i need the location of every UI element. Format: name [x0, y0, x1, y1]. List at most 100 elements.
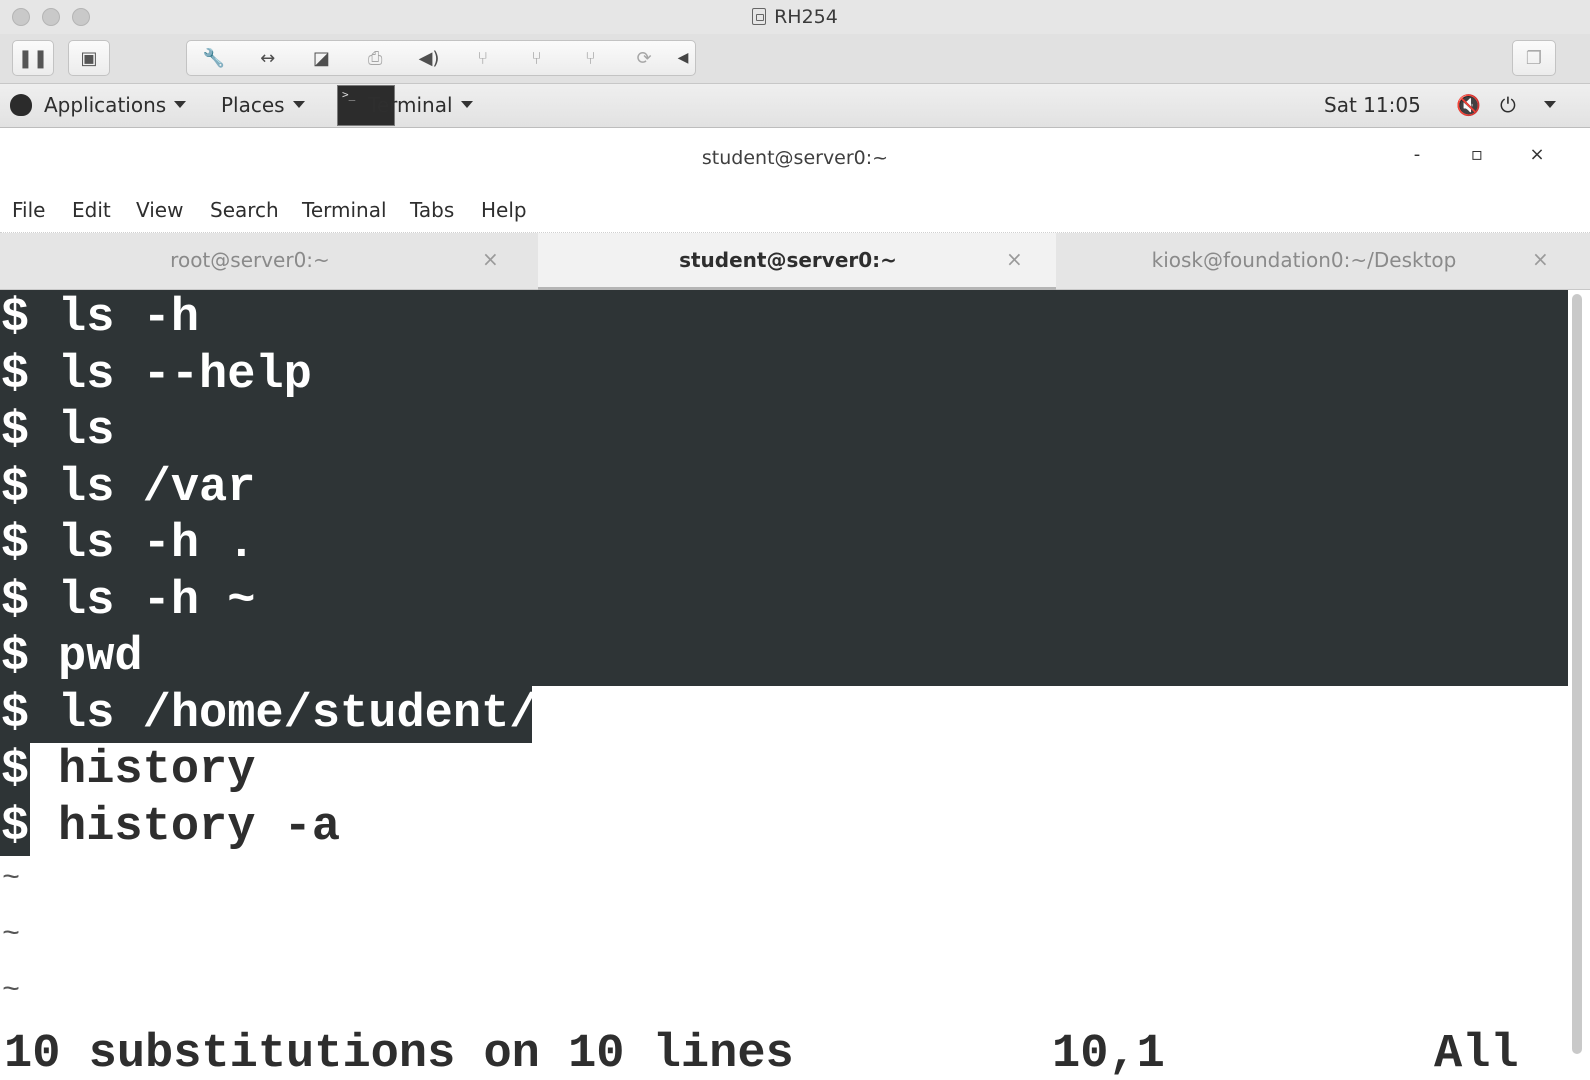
- device-toolbar-group: 🔧 ↔ ◪ ⎙ ◀) ⑂ ⑂ ⑂ ⟳ ◀: [186, 40, 696, 76]
- command-text: history: [58, 744, 256, 797]
- applications-label: Applications: [44, 93, 167, 117]
- vm-title: RH254: [0, 6, 1590, 28]
- terminal-line: $ ls --help: [0, 347, 312, 404]
- vm-title-text: RH254: [774, 6, 838, 28]
- terminal-line: $ ls -h: [0, 290, 199, 347]
- tab-bar: root@server0:~ × student@server0:~ × kio…: [0, 233, 1590, 290]
- command-text: ls -h .: [58, 518, 256, 571]
- window-icon: ❐: [1525, 47, 1543, 69]
- snapshot-button[interactable]: ▣: [68, 40, 110, 76]
- usb-icon[interactable]: ⑂: [563, 48, 617, 69]
- chevron-down-icon: [460, 101, 473, 108]
- prompt: $: [0, 462, 30, 515]
- scrollbar[interactable]: [1572, 294, 1582, 1054]
- terminal-line: $ history: [0, 742, 255, 799]
- prompt: $: [0, 742, 30, 799]
- menu-terminal[interactable]: Terminal: [302, 198, 387, 222]
- vim-status-line: 10 substitutions on 10 lines 10,1 All: [0, 1026, 1590, 1080]
- pause-button[interactable]: ❚❚: [12, 40, 54, 76]
- menu-help[interactable]: Help: [481, 198, 527, 222]
- applications-menu[interactable]: Applications: [44, 93, 187, 117]
- terminal-line: $ ls /home/student/: [0, 686, 538, 743]
- prompt: $: [0, 518, 30, 571]
- tab-student[interactable]: student@server0:~ ×: [538, 233, 1056, 290]
- chevron-down-icon: [292, 101, 305, 108]
- prompt: $: [0, 631, 30, 684]
- tab-label: kiosk@foundation0:~/Desktop: [1151, 248, 1457, 272]
- terminal-app-label: Terminal: [368, 93, 453, 117]
- usb-icon[interactable]: ⑂: [510, 48, 564, 69]
- menu-view[interactable]: View: [136, 198, 183, 222]
- tab-root[interactable]: root@server0:~ ×: [0, 233, 518, 290]
- prompt: $: [0, 349, 30, 402]
- gnome-foot-icon: [10, 94, 32, 116]
- vm-titlebar: RH254: [0, 0, 1590, 34]
- tab-label: root@server0:~: [170, 248, 330, 272]
- menu-tabs[interactable]: Tabs: [410, 198, 454, 222]
- terminal-line: $ ls: [0, 403, 115, 460]
- command-text: history -a: [58, 801, 341, 854]
- pause-icon: ❚❚: [17, 47, 49, 69]
- cursor-position: 10,1: [1052, 1028, 1165, 1080]
- gnome-top-panel: Applications Places Terminal Sat 11:05 🔇…: [0, 84, 1590, 128]
- command-text: ls /var: [58, 462, 256, 515]
- terminal-app-menu[interactable]: Terminal: [368, 93, 473, 117]
- tab-kiosk[interactable]: kiosk@foundation0:~/Desktop ×: [1054, 233, 1572, 290]
- terminal-titlebar: student@server0:~ - ▫ ×: [0, 128, 1590, 188]
- terminal-line: $ ls /var: [0, 460, 256, 517]
- chevron-down-icon: [174, 101, 187, 108]
- menu-file[interactable]: File: [12, 198, 45, 222]
- empty-line-marker: ~: [2, 862, 21, 896]
- system-menu-button[interactable]: [1536, 93, 1556, 117]
- command-text: ls: [58, 405, 115, 458]
- menu-bar: File Edit View Search Terminal Tabs Help: [0, 188, 1590, 233]
- printer-icon[interactable]: ⎙: [348, 48, 402, 69]
- window-title: student@server0:~: [701, 147, 889, 169]
- clock[interactable]: Sat 11:05: [1324, 93, 1421, 117]
- usb-icon[interactable]: ⑂: [456, 48, 510, 69]
- menu-edit[interactable]: Edit: [72, 198, 111, 222]
- command-text: pwd: [58, 631, 143, 684]
- refresh-icon[interactable]: ⟳: [617, 48, 671, 69]
- prompt: $: [0, 799, 30, 856]
- command-text: ls --help: [58, 349, 312, 402]
- vm-toolbar: ❚❚ ▣ 🔧 ↔ ◪ ⎙ ◀) ⑂ ⑂ ⑂ ⟳ ◀ ❐: [0, 34, 1590, 84]
- places-menu[interactable]: Places: [221, 93, 305, 117]
- volume-muted-icon[interactable]: 🔇: [1456, 93, 1481, 117]
- clock-label: Sat 11:05: [1324, 93, 1421, 117]
- network-icon[interactable]: ↔: [241, 48, 295, 69]
- close-icon[interactable]: ×: [1532, 247, 1549, 271]
- places-label: Places: [221, 93, 285, 117]
- prompt: $: [0, 292, 30, 345]
- prompt: $: [0, 405, 30, 458]
- terminal-line: $ ls -h ~: [0, 573, 256, 630]
- prompt: $: [0, 688, 30, 741]
- minimize-button[interactable]: -: [1402, 144, 1432, 165]
- power-icon[interactable]: ⏻: [1500, 93, 1516, 117]
- window-mode-button[interactable]: ❐: [1512, 40, 1556, 76]
- snapshot-icon: ▣: [80, 47, 98, 69]
- disk-icon[interactable]: ◪: [295, 48, 349, 69]
- chevron-down-icon: [1544, 101, 1556, 108]
- menu-search[interactable]: Search: [210, 198, 279, 222]
- maximize-button[interactable]: ▫: [1462, 144, 1492, 165]
- collapse-arrow-icon[interactable]: ◀: [671, 50, 695, 66]
- terminal-content[interactable]: $ ls -h $ ls --help $ ls $ ls /var $ ls -h . …: [0, 290, 1590, 1080]
- wrench-icon[interactable]: 🔧: [187, 48, 241, 69]
- close-button[interactable]: ×: [1522, 144, 1552, 165]
- terminal-line: $ pwd: [0, 629, 143, 686]
- tab-label: student@server0:~: [679, 248, 897, 272]
- empty-line-marker: ~: [2, 918, 21, 952]
- close-icon[interactable]: ×: [482, 247, 499, 271]
- terminal-line: $ history -a: [0, 799, 340, 856]
- speaker-icon[interactable]: ◀): [402, 48, 456, 69]
- vm-document-icon: [752, 8, 767, 25]
- scroll-position: All: [1434, 1028, 1519, 1080]
- empty-line-marker: ~: [2, 974, 21, 1008]
- close-icon[interactable]: ×: [1006, 247, 1023, 271]
- status-message: 10 substitutions on 10 lines: [4, 1028, 794, 1080]
- terminal-line: $ ls -h .: [0, 516, 256, 573]
- command-text: ls /home/student/: [58, 688, 538, 741]
- command-text: ls -h: [58, 292, 200, 345]
- command-text: ls -h ~: [58, 575, 256, 628]
